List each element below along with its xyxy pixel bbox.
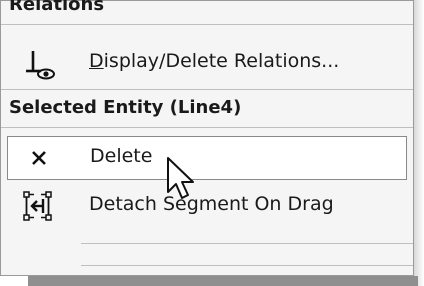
menu-item-detach-segment-on-drag[interactable]: Detach Segment On Drag [7,187,407,231]
menu-item-label: Delete [90,145,153,167]
divider [1,127,413,128]
divider [81,265,413,266]
menu-item-delete[interactable]: Delete [7,136,407,180]
menu-item-label: Detach Segment On Drag [89,193,334,215]
section-header-selected-entity: Selected Entity (Line4) [9,97,242,118]
section-header-relations: Relations [9,0,105,15]
divider [1,89,413,90]
divider [1,24,413,25]
menu-shadow-right [414,0,424,286]
detach-segment-icon [23,191,52,221]
menu-shadow-bottom [28,276,418,286]
context-menu: Relations Display/Delete Relations... Se… [0,0,414,276]
menu-item-display-delete-relations[interactable]: Display/Delete Relations... [7,41,407,85]
mouse-cursor-icon [167,157,194,199]
x-delete-icon [32,151,46,165]
menu-item-label: Display/Delete Relations... [89,50,340,72]
relation-eye-icon [26,51,55,80]
divider [81,243,413,244]
